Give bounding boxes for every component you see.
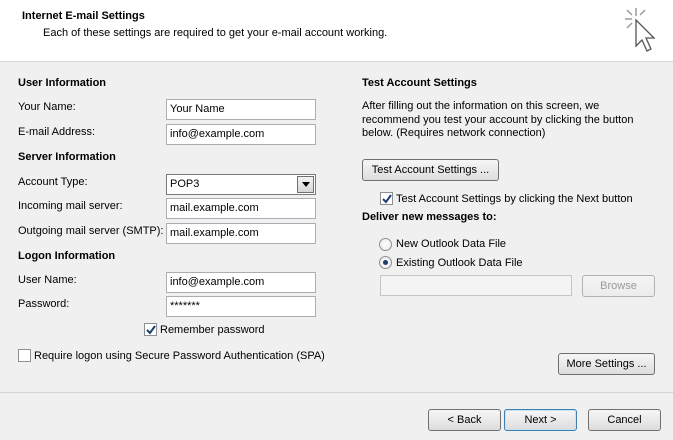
dialog-subtitle: Each of these settings are required to g… — [43, 27, 388, 39]
existing-data-file-label[interactable]: Existing Outlook Data File — [396, 257, 523, 269]
test-settings-heading: Test Account Settings — [362, 77, 477, 89]
account-type-value: POP3 — [170, 178, 200, 190]
outgoing-server-input[interactable]: mail.example.com — [166, 223, 316, 244]
spa-label[interactable]: Require logon using Secure Password Auth… — [34, 350, 325, 362]
browse-button[interactable]: Browse — [582, 275, 655, 297]
data-file-path-input[interactable] — [380, 275, 572, 296]
user-name-input[interactable]: info@example.com — [166, 272, 316, 293]
remember-password-label[interactable]: Remember password — [160, 324, 265, 336]
your-name-label: Your Name: — [18, 101, 76, 113]
new-data-file-label[interactable]: New Outlook Data File — [396, 238, 506, 250]
user-name-label: User Name: — [18, 274, 77, 286]
checkmark-icon — [382, 194, 392, 204]
radio-selected-dot — [383, 260, 388, 265]
outgoing-server-label: Outgoing mail server (SMTP): — [18, 225, 164, 237]
checkmark-icon — [146, 325, 156, 335]
back-button[interactable]: < Back — [428, 409, 501, 431]
test-description-line-3: below. (Requires network connection) — [362, 127, 546, 139]
next-button[interactable]: Next > — [504, 409, 577, 431]
incoming-server-label: Incoming mail server: — [18, 200, 123, 212]
user-info-heading: User Information — [18, 77, 107, 89]
deliver-heading: Deliver new messages to: — [362, 211, 497, 223]
password-input[interactable]: ******* — [166, 296, 316, 317]
cancel-button[interactable]: Cancel — [588, 409, 661, 431]
spa-checkbox[interactable] — [18, 349, 31, 362]
cursor-click-icon — [625, 8, 656, 52]
auto-test-label[interactable]: Test Account Settings by clicking the Ne… — [396, 193, 633, 205]
account-type-label: Account Type: — [18, 176, 88, 188]
more-settings-button[interactable]: More Settings ... — [558, 353, 655, 375]
your-name-input[interactable]: Your Name — [166, 99, 316, 120]
email-address-input[interactable]: info@example.com — [166, 124, 316, 145]
existing-data-file-radio[interactable] — [379, 256, 392, 269]
chevron-down-icon — [302, 182, 310, 187]
remember-password-checkbox[interactable] — [144, 323, 157, 336]
email-address-label: E-mail Address: — [18, 126, 96, 138]
logon-info-heading: Logon Information — [18, 250, 116, 262]
test-account-settings-button[interactable]: Test Account Settings ... — [362, 159, 499, 181]
account-type-dropdown-button[interactable] — [297, 176, 314, 193]
password-label: Password: — [18, 298, 70, 310]
footer-divider — [0, 392, 673, 393]
test-description-line-1: After filling out the information on thi… — [362, 100, 600, 112]
server-info-heading: Server Information — [18, 151, 116, 163]
dialog-title: Internet E-mail Settings — [22, 10, 145, 22]
dialog-header: Internet E-mail Settings Each of these s… — [0, 0, 673, 62]
auto-test-checkbox[interactable] — [380, 192, 393, 205]
incoming-server-input[interactable]: mail.example.com — [166, 198, 316, 219]
test-description-line-2: recommend you test your account by click… — [362, 114, 634, 126]
account-type-select[interactable]: POP3 — [166, 174, 316, 195]
new-data-file-radio[interactable] — [379, 238, 392, 251]
